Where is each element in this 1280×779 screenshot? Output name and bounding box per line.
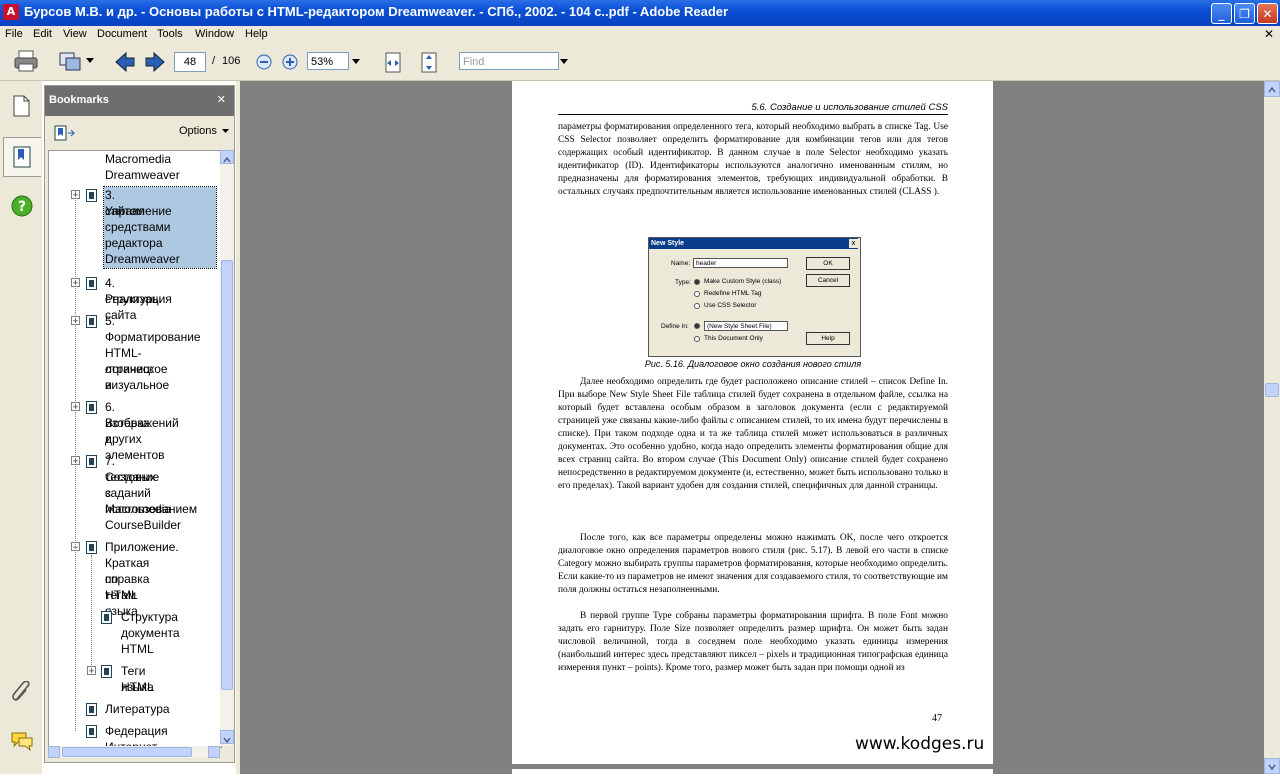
adobe-reader-icon: A xyxy=(3,4,19,20)
dialog-define-field: (New Style Sheet File) xyxy=(704,321,788,331)
bookmarks-panel-title: Bookmarks xyxy=(49,94,109,106)
tree-guide-line xyxy=(75,191,76,731)
dialog-ok-button: OK xyxy=(806,257,850,270)
bookmark-icon xyxy=(86,277,97,290)
dialog-title: New Style xyxy=(649,238,858,249)
bookmarks-tree: Macromedia Dreamweaver + 3. Управление с… xyxy=(48,150,222,748)
paragraph-2: Далее необходимо определить где будет ра… xyxy=(558,377,948,491)
bookmark-icon xyxy=(86,189,97,202)
zoom-in-icon[interactable] xyxy=(282,54,298,70)
radio-selected xyxy=(694,323,700,329)
scroll-thumb[interactable] xyxy=(62,747,192,757)
bookmarks-options-button[interactable]: Options xyxy=(179,125,217,137)
dialog-name-field: header xyxy=(693,258,788,268)
minimize-button[interactable]: _ xyxy=(1211,3,1232,24)
bookmark-icon xyxy=(86,725,97,738)
svg-text:?: ? xyxy=(18,199,26,215)
figure-caption: Рис. 5.16. Диалоговое окно создания ново… xyxy=(644,359,862,369)
scroll-right-button[interactable] xyxy=(208,746,220,758)
bookmark-icon xyxy=(86,401,97,414)
find-dropdown-icon[interactable] xyxy=(560,59,568,65)
pages-organize-icon[interactable] xyxy=(58,50,84,72)
new-bookmark-icon[interactable] xyxy=(53,124,75,142)
find-input[interactable]: Find xyxy=(459,52,559,70)
bookmark-icon xyxy=(86,703,97,716)
dialog-cancel-button: Cancel xyxy=(806,274,850,287)
scroll-left-button[interactable] xyxy=(48,746,60,758)
bookmarks-panel-header: Bookmarks ✕ xyxy=(45,86,234,116)
navigation-pane-strip: ? xyxy=(0,81,42,774)
window-title: Бурсов М.В. и др. - Основы работы с HTML… xyxy=(24,4,729,19)
options-chevron-down-icon[interactable] xyxy=(222,129,229,134)
fit-page-icon[interactable] xyxy=(420,52,438,74)
bookmarks-options-bar: Options xyxy=(45,116,234,150)
scroll-thumb[interactable] xyxy=(221,260,233,690)
pages-icon[interactable] xyxy=(11,95,31,117)
page-separator: / xyxy=(212,55,216,67)
paragraph-1: параметры форматирования определенного т… xyxy=(558,122,948,197)
next-pdf-page xyxy=(512,769,993,779)
bookmark-icon xyxy=(101,611,112,624)
zoom-level-input[interactable]: 53% xyxy=(307,52,349,70)
scroll-down-button[interactable] xyxy=(220,730,234,744)
bookmarks-horizontal-scrollbar[interactable] xyxy=(48,746,220,758)
document-close-icon[interactable]: ✕ xyxy=(1264,27,1274,41)
paragraph-3: После того, как все параметры определены… xyxy=(558,533,948,595)
radio xyxy=(694,291,700,297)
dialog-help-button: Help xyxy=(806,332,850,345)
menu-help[interactable]: Help xyxy=(245,28,268,40)
menu-file[interactable]: File xyxy=(5,28,23,40)
bookmarks-panel: Bookmarks ✕ Options Macromedia Dreamweav… xyxy=(44,85,235,763)
zoom-dropdown-icon[interactable] xyxy=(352,59,360,65)
bookmarks-tab[interactable] xyxy=(3,137,41,177)
bookmarks-icon xyxy=(13,146,31,168)
paragraph-4: В первой группе Type собраны параметры ф… xyxy=(558,611,948,673)
pdf-page: 5.6. Создание и использование стилей CSS… xyxy=(512,81,993,764)
radio xyxy=(694,336,700,342)
next-page-icon[interactable] xyxy=(144,52,166,72)
title-bar[interactable]: A Бурсов М.В. и др. - Основы работы с HT… xyxy=(0,0,1280,26)
document-vertical-scrollbar[interactable] xyxy=(1264,81,1280,774)
radio xyxy=(694,303,700,309)
bookmark-icon xyxy=(101,665,112,678)
page-number: 47 xyxy=(932,713,942,724)
figure-new-style-dialog: New Style x Name: header Type: Make Cust… xyxy=(648,237,861,357)
scroll-up-button[interactable] xyxy=(220,150,234,164)
maximize-button[interactable]: ❐ xyxy=(1234,3,1255,24)
page-total: 106 xyxy=(222,55,241,67)
menu-window[interactable]: Window xyxy=(195,28,234,40)
page-number-input[interactable]: 48 xyxy=(174,52,206,72)
menu-document[interactable]: Document xyxy=(97,28,147,40)
menu-bar: File Edit View Document Tools Window Hel… xyxy=(0,26,1280,44)
scroll-down-button[interactable] xyxy=(1264,758,1280,774)
previous-page-icon[interactable] xyxy=(114,52,136,72)
menu-edit[interactable]: Edit xyxy=(33,28,52,40)
comments-icon[interactable] xyxy=(10,731,34,751)
help-icon[interactable]: ? xyxy=(11,195,33,217)
menu-view[interactable]: View xyxy=(63,28,87,40)
scroll-thumb[interactable] xyxy=(1265,383,1279,397)
watermark: www.kodges.ru xyxy=(855,734,985,754)
dialog-close-icon: x xyxy=(849,239,858,248)
close-button[interactable]: ✕ xyxy=(1257,3,1278,24)
menu-tools[interactable]: Tools xyxy=(157,28,183,40)
bookmarks-close-icon[interactable]: ✕ xyxy=(217,93,226,106)
bookmark-icon xyxy=(86,541,97,554)
tree-guide-line xyxy=(91,555,92,673)
bookmark-icon xyxy=(86,315,97,328)
print-icon[interactable] xyxy=(14,50,38,72)
radio-selected xyxy=(694,279,700,285)
running-head: 5.6. Создание и использование стилей CSS xyxy=(558,101,948,115)
attachments-icon[interactable] xyxy=(11,681,33,703)
chevron-down-icon[interactable] xyxy=(86,58,94,64)
scroll-up-button[interactable] xyxy=(1264,81,1280,97)
bookmark-icon xyxy=(86,455,97,468)
bookmarks-vertical-scrollbar[interactable] xyxy=(220,150,234,746)
document-view[interactable]: 5.6. Создание и использование стилей CSS… xyxy=(240,81,1264,779)
fit-width-icon[interactable] xyxy=(384,52,402,74)
zoom-out-icon[interactable] xyxy=(256,54,272,70)
